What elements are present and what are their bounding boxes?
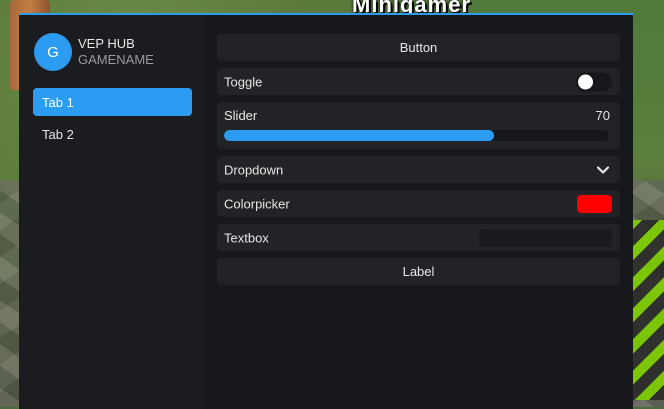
tab-content: Button Toggle Slider 70 Dropdown Colorpi… [204,15,633,409]
dropdown-label: Dropdown [224,162,284,177]
hub-window: G VEP HUB GAMENAME Tab 1 Tab 2 Button To… [19,13,633,409]
toggle-row: Toggle [217,68,620,95]
slider-row: Slider 70 [217,102,620,149]
dropdown[interactable]: Dropdown [217,156,620,183]
label-row: Label [217,258,620,285]
tab-2-label: Tab 2 [42,126,74,142]
colorpicker-label: Colorpicker [224,196,290,211]
chevron-down-icon [596,165,610,174]
textbox-label: Textbox [224,230,269,245]
label-text: Label [402,264,435,279]
neon-structure [628,220,664,400]
sidebar: G VEP HUB GAMENAME Tab 1 Tab 2 [19,15,204,409]
textbox-input[interactable] [479,228,612,247]
hub-title: VEP HUB [78,36,135,51]
main-button-label: Button [399,40,438,55]
color-swatch[interactable] [577,194,612,213]
toggle-switch[interactable] [576,72,612,91]
main-button[interactable]: Button [217,34,620,61]
tab-2[interactable]: Tab 2 [33,120,192,148]
tab-1-label: Tab 1 [42,94,74,110]
colorpicker-row: Colorpicker [217,190,620,217]
slider-fill [224,130,494,141]
avatar: G [34,33,72,71]
tab-1[interactable]: Tab 1 [33,88,192,116]
toggle-label: Toggle [224,74,263,89]
textbox-row: Textbox [217,224,620,251]
slider-label: Slider [224,108,258,123]
slider-value: 70 [595,108,610,123]
toggle-knob [578,74,593,89]
slider-track[interactable] [224,130,609,141]
hub-subtitle: GAMENAME [78,52,154,67]
